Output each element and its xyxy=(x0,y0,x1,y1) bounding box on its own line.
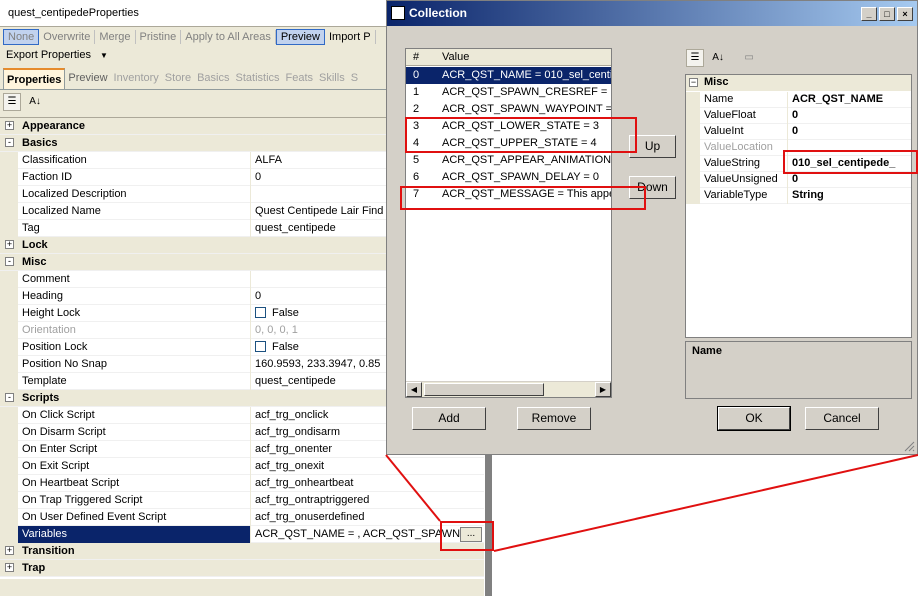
annotation-lines xyxy=(385,454,918,552)
